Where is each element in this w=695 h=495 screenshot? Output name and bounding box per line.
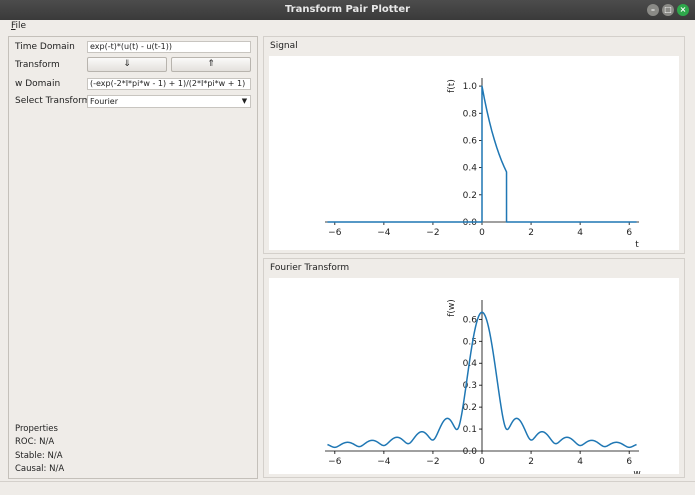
maximize-icon: □ [664, 5, 672, 14]
transform-x-axis-label: w [633, 469, 640, 474]
stable-property: Stable: N/A [15, 451, 63, 461]
status-bar [0, 481, 695, 495]
title-bar: Transform Pair Plotter – □ × [0, 0, 695, 20]
signal-y-tick-label: 0.8 [463, 109, 478, 119]
chevron-down-icon: ▼ [241, 97, 248, 105]
transform-panel-title: Fourier Transform [270, 263, 350, 273]
transform-x-tick-label: −4 [377, 457, 391, 467]
signal-x-tick-label: 4 [577, 228, 583, 238]
signal-x-tick-label: 6 [626, 228, 632, 238]
causal-property: Causal: N/A [15, 464, 65, 474]
maximize-button[interactable]: □ [662, 4, 674, 16]
signal-y-tick-label: 0.2 [463, 191, 477, 201]
signal-plot-area: −6 −4 −2 0 2 4 6 0.2 0.4 0.6 0.8 1.0 0.0 t f(t) [269, 56, 679, 250]
transform-select[interactable]: Fourier ▼ [87, 95, 251, 108]
signal-series-line [327, 85, 637, 223]
close-icon: × [679, 5, 687, 14]
transform-y-zero-label: 0.0 [463, 447, 478, 457]
transform-chart: −6 −4 −2 0 2 4 60.10.20.30.40.50.60.0wf(w) [325, 299, 641, 479]
time-domain-label: Time Domain [15, 42, 75, 52]
transform-x-tick-label: 2 [528, 457, 534, 467]
transform-panel: Fourier Transform −6 −4 −2 0 2 4 6 0.1 0.2 0.3 0.4… [263, 258, 685, 479]
signal-panel: Signal −6 −4 −2 0 2 4 6 0.2 0.4 0.6 0.8 1.0 0.0 t f(t) [263, 36, 685, 254]
signal-y-tick-label: 0.6 [463, 136, 478, 146]
transform-y-tick-label: 0.2 [463, 403, 477, 413]
signal-y-axis-label: f(t) [447, 79, 457, 93]
window-title: Transform Pair Plotter [284, 4, 411, 15]
transform-y-tick-label: 0.5 [463, 337, 477, 347]
time-domain-input[interactable]: exp(-t)*(u(t) - u(t-1)) [87, 41, 251, 53]
transform-y-axis-label: f(w) [447, 299, 457, 317]
menu-file[interactable]: File [11, 20, 26, 33]
transform-down-button[interactable]: ⇓ [87, 57, 167, 72]
signal-chart: −6 −4 −2 0 2 4 6 0.2 0.4 0.6 0.8 1.0 0.0 t f(t) [325, 78, 639, 250]
signal-x-tick-label: −2 [426, 228, 439, 238]
menu-bar: File [0, 20, 695, 33]
transform-x-tick-label: 4 [577, 457, 583, 467]
transform-select-value: Fourier [90, 97, 119, 106]
transform-x-tick-label: 6 [626, 457, 632, 467]
signal-x-axis-label: t [635, 240, 639, 250]
transform-y-tick-label: 0.1 [463, 425, 477, 435]
transform-label: Transform [15, 60, 60, 70]
window-controls: – □ × [647, 4, 689, 16]
signal-y-tick-label: 0.4 [463, 164, 478, 174]
w-domain-label: w Domain [15, 79, 61, 89]
signal-panel-title: Signal [270, 41, 298, 51]
transform-up-button[interactable]: ⇑ [171, 57, 251, 72]
signal-x-tick-label: −6 [328, 228, 342, 238]
controls-panel: Time Domain exp(-t)*(u(t) - u(t-1)) Tran… [8, 36, 258, 479]
signal-x-tick-label: 2 [528, 228, 534, 238]
transform-plot-area: −6 −4 −2 0 2 4 6 0.1 0.2 0.3 0.4 0.5 0.6 0.0 w f(w) [269, 278, 679, 479]
minimize-button[interactable]: – [647, 4, 659, 16]
w-domain-input[interactable]: (-exp(-2*I*pi*w - 1) + 1)/(2*I*pi*w + 1) [87, 78, 251, 90]
signal-y-tick-label: 1.0 [463, 82, 478, 92]
select-transform-label: Select Transform [15, 96, 91, 106]
close-button[interactable]: × [677, 4, 689, 16]
roc-property: ROC: N/A [15, 437, 55, 447]
transform-y-tick-label: 0.6 [463, 315, 478, 325]
minimize-icon: – [651, 5, 655, 14]
properties-heading: Properties [15, 424, 58, 434]
signal-x-tick-label: 0 [479, 228, 485, 238]
transform-x-tick-label: −2 [426, 457, 439, 467]
transform-x-tick-label: 0 [479, 457, 485, 467]
transform-x-tick-label: −6 [328, 457, 342, 467]
signal-y-zero-label: 0.0 [463, 218, 478, 228]
signal-x-tick-label: −4 [377, 228, 391, 238]
